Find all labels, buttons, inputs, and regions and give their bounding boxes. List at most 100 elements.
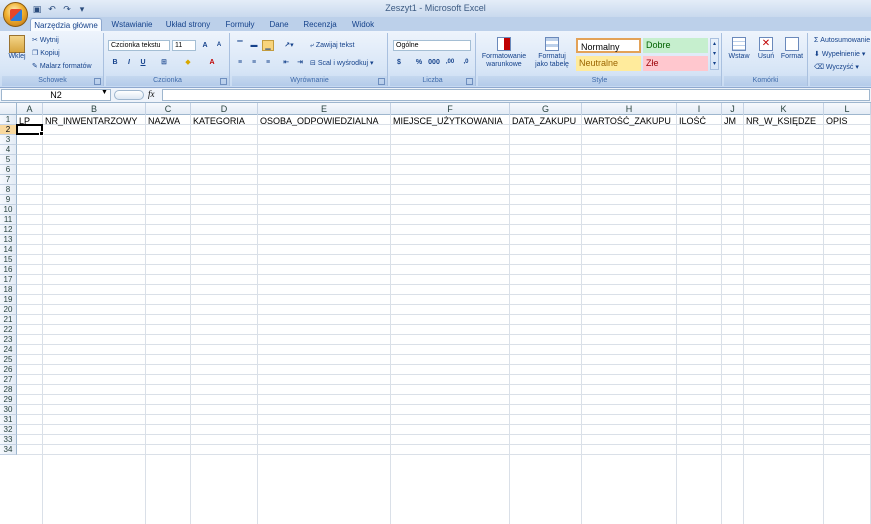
fill-button[interactable]: ⬇ Wypełnienie ▾ bbox=[814, 50, 865, 58]
row-header-6[interactable]: 6 bbox=[0, 165, 17, 175]
grow-font-button[interactable]: A bbox=[199, 40, 211, 51]
row-header-29[interactable]: 29 bbox=[0, 395, 17, 405]
name-box-dropdown-icon[interactable]: ▼ bbox=[101, 89, 108, 96]
dialog-launcher-icon[interactable] bbox=[378, 78, 385, 85]
cell-L1[interactable]: OPIS bbox=[824, 116, 870, 126]
column-header-A[interactable]: A bbox=[17, 103, 43, 115]
row-header-16[interactable]: 16 bbox=[0, 265, 17, 275]
number-format-select[interactable]: Ogólne bbox=[393, 40, 471, 51]
tab-formulas[interactable]: Formuły bbox=[220, 18, 260, 31]
row-header-10[interactable]: 10 bbox=[0, 205, 17, 215]
dialog-launcher-icon[interactable] bbox=[94, 78, 101, 85]
borders-icon[interactable]: ⊞ bbox=[158, 57, 170, 68]
cell-F1[interactable]: MIEJSCE_UŻYTKOWANIA bbox=[391, 116, 509, 126]
merge-center-button[interactable]: ⊟ Scal i wyśrodkuj ▾ bbox=[310, 59, 373, 67]
name-box[interactable]: N2 bbox=[1, 89, 111, 101]
row-header-11[interactable]: 11 bbox=[0, 215, 17, 225]
tab-home[interactable]: Narzędzia główne bbox=[30, 18, 102, 31]
column-header-D[interactable]: D bbox=[191, 103, 258, 115]
office-button[interactable] bbox=[3, 2, 28, 27]
format-as-table-button[interactable]: Formatuj jako tabelę bbox=[530, 37, 574, 69]
row-header-8[interactable]: 8 bbox=[0, 185, 17, 195]
column-header-H[interactable]: H bbox=[582, 103, 677, 115]
conditional-formatting-button[interactable]: Formatowanie warunkowe bbox=[480, 37, 528, 69]
underline-button[interactable]: U bbox=[137, 57, 149, 68]
tab-data[interactable]: Dane bbox=[264, 18, 294, 31]
wrap-text-button[interactable]: ⤶ Zawijaj tekst bbox=[310, 42, 354, 50]
column-header-F[interactable]: F bbox=[391, 103, 510, 115]
style-neutral[interactable]: Neutralne bbox=[576, 56, 641, 71]
styles-scroll-icon[interactable]: ▴ ▾ ▾ bbox=[710, 38, 719, 70]
row-header-5[interactable]: 5 bbox=[0, 155, 17, 165]
style-normal[interactable]: Normalny bbox=[576, 38, 641, 53]
tab-page-layout[interactable]: Układ strony bbox=[162, 18, 214, 31]
row-header-15[interactable]: 15 bbox=[0, 255, 17, 265]
fill-handle[interactable] bbox=[39, 131, 44, 136]
cell-E1[interactable]: OSOBA_ODPOWIEDZIALNA bbox=[258, 116, 390, 126]
orientation-icon[interactable]: ↗▾ bbox=[280, 40, 298, 51]
shrink-font-button[interactable]: A bbox=[213, 40, 225, 51]
decrease-decimal-button[interactable]: ,0 bbox=[459, 57, 473, 68]
tab-review[interactable]: Recenzja bbox=[300, 18, 340, 31]
column-header-C[interactable]: C bbox=[146, 103, 191, 115]
font-color-icon[interactable]: A bbox=[206, 57, 218, 68]
formula-bar-expand-handle[interactable] bbox=[114, 90, 144, 100]
row-header-30[interactable]: 30 bbox=[0, 405, 17, 415]
formula-input[interactable] bbox=[162, 89, 870, 101]
column-header-L[interactable]: L bbox=[824, 103, 871, 115]
bold-button[interactable]: B bbox=[109, 57, 121, 68]
cut-button[interactable]: ✂ Wytnij bbox=[32, 36, 59, 44]
row-header-19[interactable]: 19 bbox=[0, 295, 17, 305]
row-header-21[interactable]: 21 bbox=[0, 315, 17, 325]
row-header-13[interactable]: 13 bbox=[0, 235, 17, 245]
font-size-select[interactable]: 11 bbox=[172, 40, 196, 51]
align-right-icon[interactable]: ≡ bbox=[262, 57, 274, 68]
percent-button[interactable]: % bbox=[413, 57, 425, 68]
autosum-button[interactable]: Σ Autosumowanie bbox=[814, 37, 870, 44]
column-header-B[interactable]: B bbox=[43, 103, 146, 115]
row-header-27[interactable]: 27 bbox=[0, 375, 17, 385]
increase-indent-icon[interactable]: ⇥ bbox=[294, 57, 306, 68]
row-header-9[interactable]: 9 bbox=[0, 195, 17, 205]
column-header-G[interactable]: G bbox=[510, 103, 582, 115]
cell-C1[interactable]: NAZWA bbox=[146, 116, 190, 126]
cell-G1[interactable]: DATA_ZAKUPU bbox=[510, 116, 581, 126]
style-good[interactable]: Dobre bbox=[643, 38, 708, 53]
style-bad[interactable]: Złe bbox=[643, 56, 708, 71]
row-header-3[interactable]: 3 bbox=[0, 135, 17, 145]
insert-function-button[interactable]: fx bbox=[148, 89, 155, 99]
cell-B1[interactable]: NR_INWENTARZOWY bbox=[43, 116, 145, 126]
align-bottom-icon[interactable]: ▁ bbox=[262, 40, 274, 51]
fill-color-icon[interactable]: ◆ bbox=[182, 57, 194, 68]
row-header-23[interactable]: 23 bbox=[0, 335, 17, 345]
row-header-1[interactable]: 1 bbox=[0, 115, 17, 125]
delete-cells-button[interactable]: ✕ Usuń bbox=[754, 37, 778, 60]
align-middle-icon[interactable]: ▬ bbox=[248, 40, 260, 51]
row-header-7[interactable]: 7 bbox=[0, 175, 17, 185]
dialog-launcher-icon[interactable] bbox=[220, 78, 227, 85]
decrease-indent-icon[interactable]: ⇤ bbox=[280, 57, 292, 68]
column-header-I[interactable]: I bbox=[677, 103, 722, 115]
clear-button[interactable]: ⌫ Wyczyść ▾ bbox=[814, 63, 859, 71]
paste-button[interactable]: Wklej bbox=[6, 35, 28, 65]
row-header-12[interactable]: 12 bbox=[0, 225, 17, 235]
spreadsheet-grid[interactable]: ABCDEFGHIJKL 1 2 3 4 5 6 7 8 9 10 11 12 13 14 15 16 17 18… bbox=[0, 103, 871, 524]
copy-button[interactable]: ❐ Kopiuj bbox=[32, 49, 60, 57]
active-cell-selection[interactable] bbox=[16, 124, 44, 136]
insert-cells-button[interactable]: Wstaw bbox=[726, 37, 752, 60]
row-header-25[interactable]: 25 bbox=[0, 355, 17, 365]
row-header-2[interactable]: 2 bbox=[0, 125, 17, 135]
font-name-select[interactable]: Czcionka tekstu bbox=[108, 40, 170, 51]
align-top-icon[interactable]: ▔ bbox=[234, 40, 246, 51]
thousands-button[interactable]: 000 bbox=[427, 57, 441, 68]
row-header-17[interactable]: 17 bbox=[0, 275, 17, 285]
format-painter-button[interactable]: ✎ Malarz formatów bbox=[32, 62, 92, 70]
tab-insert[interactable]: Wstawianie bbox=[106, 18, 158, 31]
column-header-K[interactable]: K bbox=[744, 103, 824, 115]
row-header-14[interactable]: 14 bbox=[0, 245, 17, 255]
increase-decimal-button[interactable]: ,00 bbox=[443, 57, 457, 68]
row-header-24[interactable]: 24 bbox=[0, 345, 17, 355]
cell-D1[interactable]: KATEGORIA bbox=[191, 116, 257, 126]
row-header-4[interactable]: 4 bbox=[0, 145, 17, 155]
currency-icon[interactable]: $ bbox=[393, 57, 405, 68]
